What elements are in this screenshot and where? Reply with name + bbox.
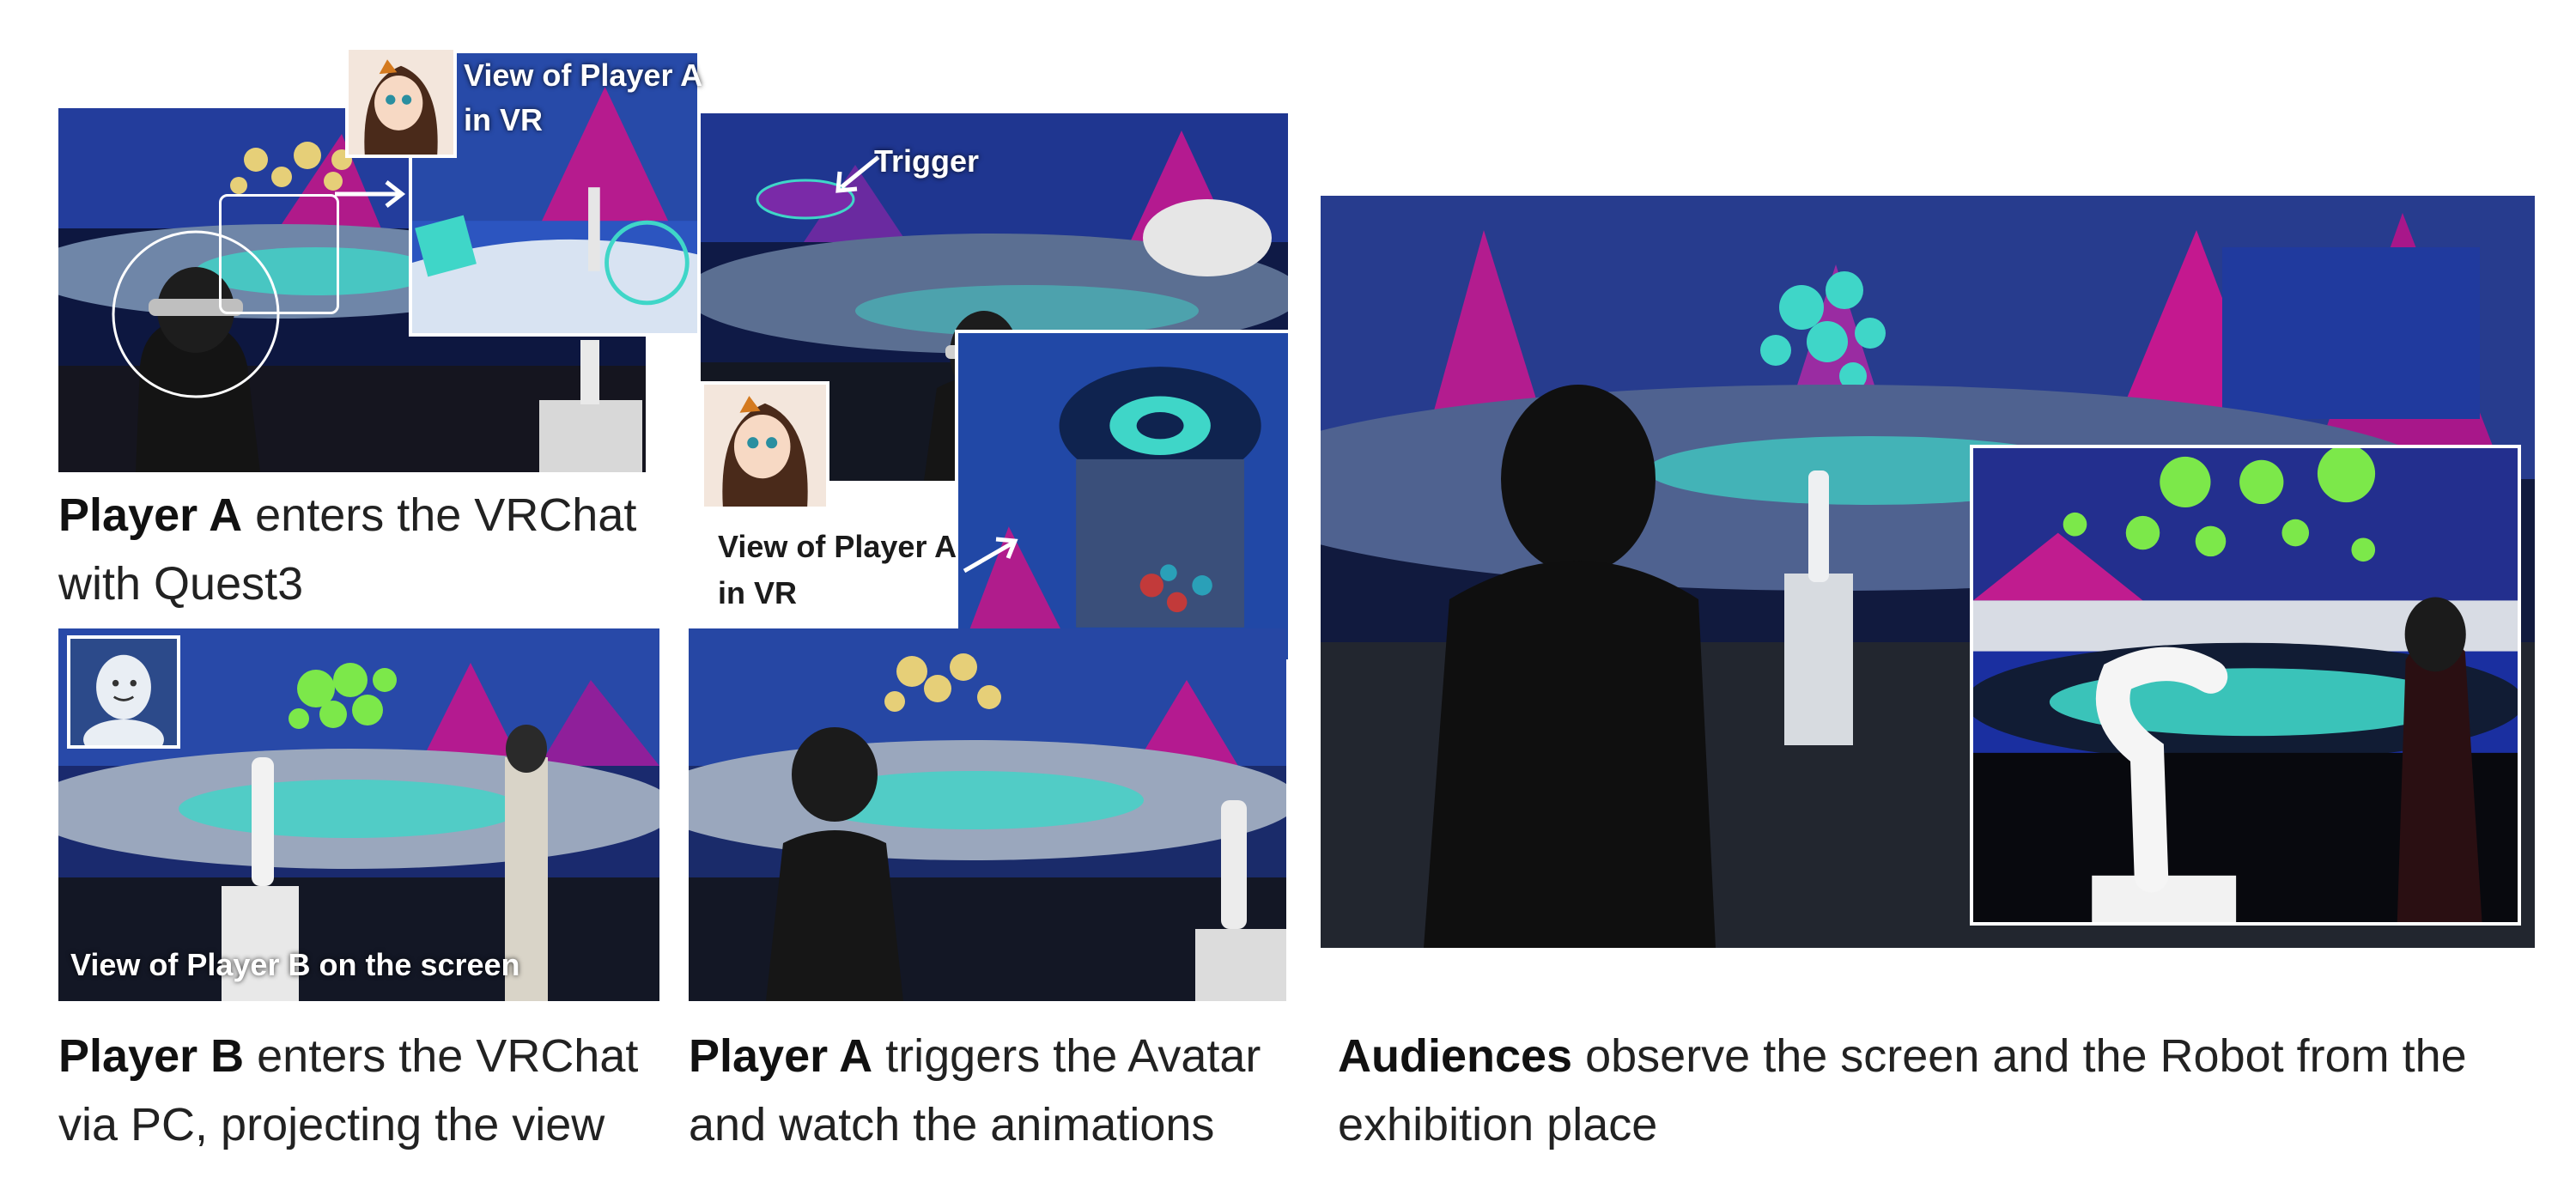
vr-view-label2-line1: View of Player A (718, 529, 957, 564)
caption-panel1-line2: with Quest3 (58, 558, 304, 610)
caption-panel2-line2: and watch the animations (689, 1099, 1215, 1150)
caption-panel4-rest: observe the screen and the Robot from th… (1572, 1030, 2467, 1082)
focus-box (219, 194, 339, 314)
caption-panel2-rest: triggers the Avatar (872, 1030, 1261, 1082)
caption-panel4: Audiences observe the screen and the Rob… (1338, 1022, 2557, 1159)
arrow-right-icon (335, 180, 406, 208)
photo-player-a-watch (689, 628, 1286, 1001)
caption-panel1: Player A enters the VRChat with Quest3 (58, 481, 659, 618)
vr-view-label2-line2: in VR (718, 575, 798, 610)
caption-panel2: Player A triggers the Avatar and watch t… (689, 1022, 1307, 1159)
caption-panel3-line1: Player B enters the VRChat (58, 1022, 677, 1090)
avatar-portrait-panel1 (345, 46, 457, 158)
trigger-label: Trigger (874, 143, 980, 179)
vr-view-inset-panel2 (955, 330, 1291, 663)
caption-panel1-bold: Player A (58, 489, 243, 541)
avatar-portrait-panel2 (701, 381, 829, 510)
caption-panel3-line2: via PC, projecting the view (58, 1099, 605, 1150)
player-b-screen-label: View of Player B on the screen (70, 947, 520, 982)
caption-panel2-line1: Player A triggers the Avatar (689, 1022, 1307, 1090)
caption-panel4-line2: exhibition place (1338, 1099, 1658, 1150)
caption-panel3: Player B enters the VRChat via PC, proje… (58, 1022, 677, 1159)
caption-panel2-bold: Player A (689, 1030, 873, 1082)
vr-view-label-panel1: View of Player A in VR (464, 53, 702, 143)
caption-panel1-rest: enters the VRChat (242, 489, 637, 541)
vr-view-label-panel2: View of Player A in VR (718, 524, 957, 616)
robot-face-inset (67, 635, 180, 749)
caption-panel3-rest: enters the VRChat (244, 1030, 639, 1082)
caption-panel4-bold: Audiences (1338, 1030, 1573, 1082)
robot-closeup-inset (1970, 445, 2521, 926)
caption-panel4-line1: Audiences observe the screen and the Rob… (1338, 1022, 2557, 1090)
arrow-vr-icon (963, 537, 1018, 574)
vr-view-label-line1: View of Player A (464, 58, 703, 93)
caption-panel1-line1: Player A enters the VRChat (58, 481, 659, 549)
caption-panel3-bold: Player B (58, 1030, 245, 1082)
vr-view-label-line2: in VR (464, 102, 544, 137)
